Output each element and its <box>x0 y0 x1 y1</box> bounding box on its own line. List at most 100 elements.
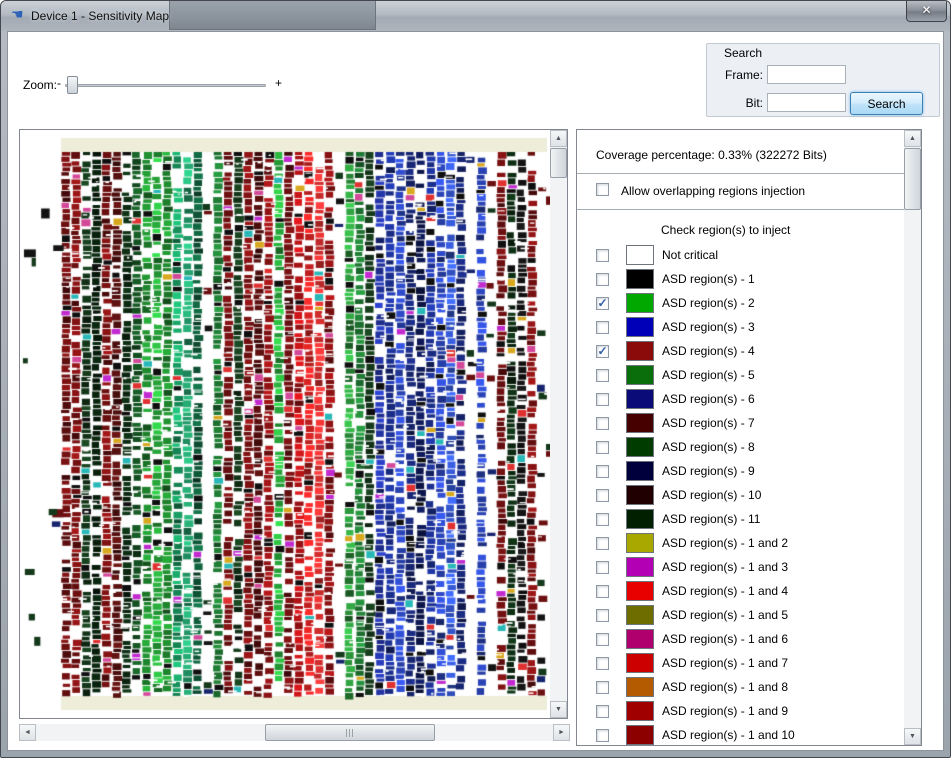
region-label: ASD region(s) - 9 <box>662 464 755 478</box>
region-checkbox[interactable] <box>596 681 609 694</box>
map-horizontal-scrollbar[interactable]: ◄ ► <box>19 724 570 741</box>
region-row: ASD region(s) - 7 <box>577 411 904 435</box>
region-checkbox[interactable] <box>596 633 609 646</box>
region-label: ASD region(s) - 7 <box>662 416 755 430</box>
map-scroll-right-button[interactable]: ► <box>553 724 570 741</box>
coverage-text: Coverage percentage: 0.33% (322272 Bits) <box>596 148 827 162</box>
zoom-slider-track[interactable] <box>65 84 266 87</box>
frame-input[interactable] <box>767 65 846 84</box>
background-window-titlebar[interactable] <box>169 1 376 30</box>
region-row: ASD region(s) - 11 <box>577 507 904 531</box>
region-row: ✓ASD region(s) - 4 <box>577 339 904 363</box>
panel-vertical-scroll-thumb[interactable] <box>904 148 921 210</box>
region-checkbox[interactable] <box>596 273 609 286</box>
app-icon: ☚ <box>11 6 24 22</box>
region-color-swatch <box>626 653 654 673</box>
map-vertical-scrollbar[interactable]: ▲ ▼ <box>550 130 567 718</box>
zoom-slider-thumb[interactable] <box>67 76 78 94</box>
search-group-label: Search <box>724 46 762 60</box>
panel-scroll-down-button[interactable]: ▼ <box>904 728 921 745</box>
region-label: ASD region(s) - 10 <box>662 488 761 502</box>
region-label: ASD region(s) - 1 and 7 <box>662 656 788 670</box>
region-color-swatch <box>626 557 654 577</box>
zoom-slider[interactable] <box>65 75 266 95</box>
region-label: ASD region(s) - 2 <box>662 296 755 310</box>
bit-input[interactable] <box>767 93 846 112</box>
region-checkbox[interactable] <box>596 489 609 502</box>
arrow-left-icon: ◄ <box>20 725 35 740</box>
region-color-swatch <box>626 437 654 457</box>
search-group: Search Frame: Bit: Search <box>706 43 940 117</box>
region-checkbox[interactable] <box>596 249 609 262</box>
region-checkbox[interactable] <box>596 729 609 742</box>
panel-vertical-scrollbar[interactable]: ▲ ▼ <box>904 130 921 745</box>
region-checkbox[interactable] <box>596 537 609 550</box>
panel-scroll-up-button[interactable]: ▲ <box>904 130 921 147</box>
overlap-checkbox[interactable] <box>596 183 609 196</box>
region-label: ASD region(s) - 3 <box>662 320 755 334</box>
search-button[interactable]: Search <box>850 92 923 115</box>
region-checkbox[interactable] <box>596 705 609 718</box>
region-label: ASD region(s) - 1 and 2 <box>662 536 788 550</box>
region-label: ASD region(s) - 8 <box>662 440 755 454</box>
region-checkbox[interactable]: ✓ <box>596 297 609 310</box>
region-row: ASD region(s) - 8 <box>577 435 904 459</box>
region-row: ASD region(s) - 1 and 4 <box>577 579 904 603</box>
region-list: Not criticalASD region(s) - 1✓ASD region… <box>577 243 904 746</box>
region-checkbox[interactable] <box>596 609 609 622</box>
region-row: ASD region(s) - 1 and 2 <box>577 531 904 555</box>
bit-label: Bit: <box>715 96 763 110</box>
region-color-swatch <box>626 365 654 385</box>
separator <box>577 173 904 174</box>
region-color-swatch <box>626 293 654 313</box>
close-button[interactable]: ✕ <box>906 1 947 22</box>
thumb-grip-icon <box>346 729 355 737</box>
arrow-up-icon: ▲ <box>905 131 920 146</box>
arrow-right-icon: ► <box>554 725 569 740</box>
region-row: ASD region(s) - 6 <box>577 387 904 411</box>
region-label: ASD region(s) - 1 and 8 <box>662 680 788 694</box>
region-label: ASD region(s) - 1 and 5 <box>662 608 788 622</box>
map-horizontal-scroll-thumb[interactable] <box>265 724 435 741</box>
app-window: ☚ Device 1 - Sensitivity Map ✕ Zoom: - +… <box>0 0 951 758</box>
region-checkbox[interactable] <box>596 513 609 526</box>
map-scroll-left-button[interactable]: ◄ <box>19 724 36 741</box>
region-checkbox[interactable] <box>596 441 609 454</box>
region-color-swatch <box>626 725 654 745</box>
region-row: ASD region(s) - 1 <box>577 267 904 291</box>
region-row: ✓ ASD region(s) - 2 <box>577 291 904 315</box>
region-checkbox[interactable] <box>596 465 609 478</box>
separator <box>577 209 904 210</box>
region-label: ASD region(s) - 1 and 4 <box>662 584 788 598</box>
region-checkbox[interactable] <box>596 321 609 334</box>
region-color-swatch <box>626 245 654 265</box>
map-scroll-down-button[interactable]: ▼ <box>550 701 567 718</box>
sensitivity-map-canvas[interactable] <box>20 130 550 718</box>
zoom-label: Zoom: <box>23 78 57 92</box>
region-row: Not critical <box>577 243 904 267</box>
region-row: ASD region(s) - 10 <box>577 483 904 507</box>
region-checkbox[interactable] <box>596 561 609 574</box>
region-color-swatch <box>626 485 654 505</box>
map-scroll-up-button[interactable]: ▲ <box>550 130 567 147</box>
region-label: ASD region(s) - 1 and 10 <box>662 728 795 742</box>
region-label: ASD region(s) - 1 and 3 <box>662 560 788 574</box>
region-label: ASD region(s) - 1 and 6 <box>662 632 788 646</box>
region-label: ASD region(s) - 6 <box>662 392 755 406</box>
region-checkbox[interactable] <box>596 417 609 430</box>
titlebar[interactable]: ☚ Device 1 - Sensitivity Map ✕ <box>1 1 950 31</box>
inject-header: Check region(s) to inject <box>661 223 790 237</box>
region-checkbox[interactable] <box>596 369 609 382</box>
region-panel: Coverage percentage: 0.33% (322272 Bits)… <box>576 129 922 746</box>
region-checkbox[interactable] <box>596 585 609 598</box>
region-checkbox[interactable] <box>596 657 609 670</box>
region-color-swatch <box>626 461 654 481</box>
frame-label: Frame: <box>715 68 763 82</box>
region-checkbox[interactable] <box>596 393 609 406</box>
window-title: Device 1 - Sensitivity Map <box>31 9 169 23</box>
region-row: ASD region(s) - 5 <box>577 363 904 387</box>
region-color-swatch <box>626 581 654 601</box>
region-checkbox[interactable]: ✓ <box>596 345 609 358</box>
region-color-swatch <box>626 701 654 721</box>
map-vertical-scroll-thumb[interactable] <box>550 148 567 178</box>
